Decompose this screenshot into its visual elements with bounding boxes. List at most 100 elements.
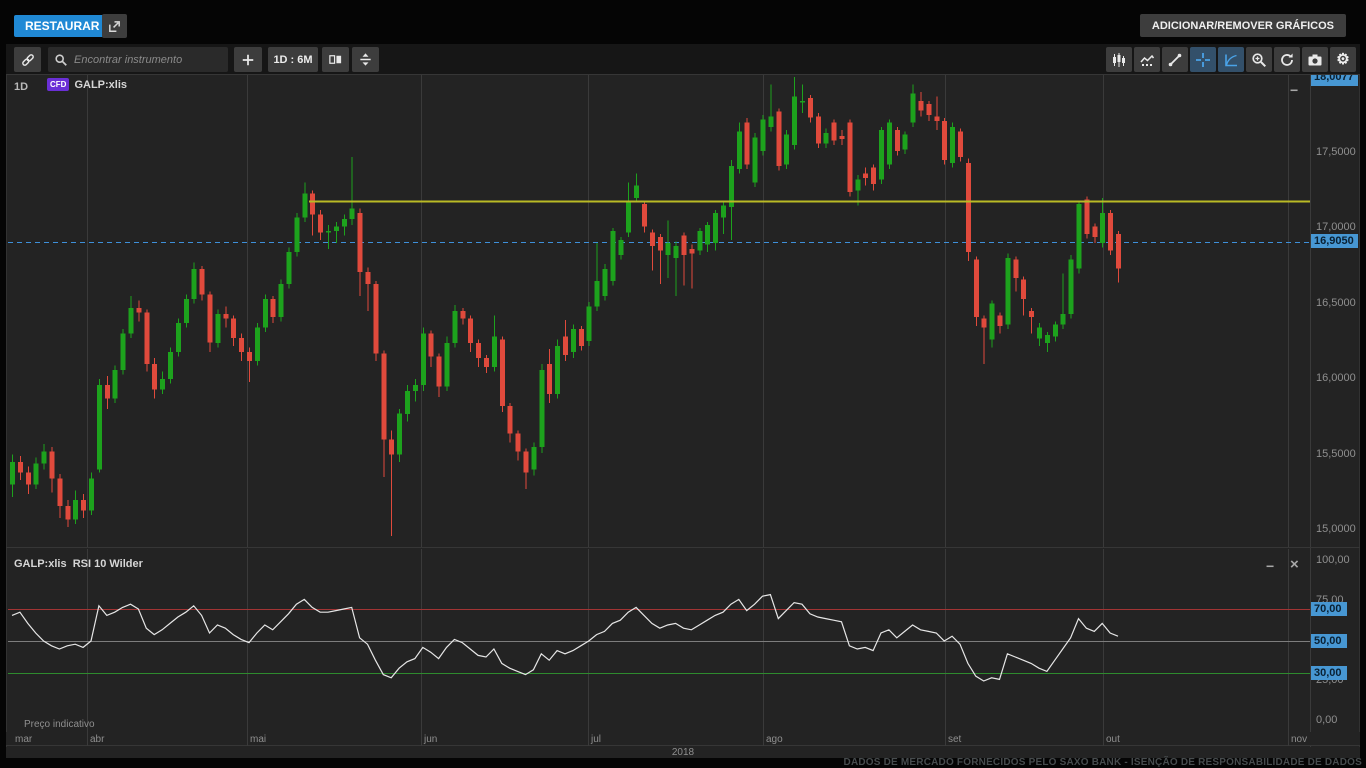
candle-body [73, 500, 78, 520]
collapse-main-chart-button[interactable]: − [1290, 84, 1298, 96]
candle-body [508, 406, 513, 433]
candle-body [863, 174, 868, 179]
candle-body [1108, 213, 1113, 251]
candle-body [136, 308, 141, 313]
month-tick [945, 732, 946, 746]
candle-body [302, 193, 307, 217]
search-icon [54, 53, 68, 67]
candle-body [50, 452, 55, 479]
snapshot-button[interactable] [1302, 47, 1328, 72]
candle-body [389, 439, 394, 454]
candle-body [697, 231, 702, 251]
trendline-tool-button[interactable] [1162, 47, 1188, 72]
candle-body [484, 358, 489, 367]
split-panes-button[interactable] [352, 47, 379, 72]
candle-body [634, 186, 639, 198]
candle-body [184, 299, 189, 323]
candle-body [1084, 199, 1089, 234]
candle-body [776, 112, 781, 166]
candle-body [745, 122, 750, 164]
add-instrument-button[interactable] [234, 47, 262, 72]
crosshair-button[interactable] [1190, 47, 1216, 72]
candle-body [563, 337, 568, 355]
external-window-icon [102, 19, 127, 34]
rsi-indicator-label: RSI 10 Wilder [73, 558, 143, 570]
instrument-search[interactable] [48, 47, 228, 72]
candle-body [18, 462, 23, 473]
link-instrument-button[interactable] [14, 47, 41, 72]
zoom-in-button[interactable] [1246, 47, 1272, 72]
candle-body [10, 462, 15, 485]
candle-body [247, 352, 252, 361]
price-axis-top-badge: 18,0077 [1311, 75, 1358, 86]
candle-body [1069, 260, 1074, 314]
candle-body [500, 340, 505, 406]
candle-body [595, 281, 600, 307]
search-input[interactable] [74, 54, 214, 66]
candle-body [1077, 204, 1082, 269]
candle-body [255, 328, 260, 361]
camera-icon [1307, 52, 1323, 68]
candle-body [208, 294, 213, 342]
rsi-chart-plot[interactable] [0, 549, 1366, 732]
price-axis-label: 17,0000 [1316, 221, 1356, 233]
pane-divider[interactable] [6, 547, 1360, 548]
candle-body [294, 217, 299, 252]
candle-body [768, 116, 773, 127]
candle-body [934, 116, 939, 121]
collapse-rsi-button[interactable]: − [1266, 560, 1274, 572]
rsi-line [12, 595, 1118, 681]
candle-body [129, 308, 134, 334]
candle-body [168, 352, 173, 379]
candle-body [405, 391, 410, 414]
candle-body [974, 260, 979, 317]
candle-body [358, 213, 363, 272]
close-rsi-button[interactable]: × [1290, 559, 1299, 571]
candle-body [555, 346, 560, 394]
price-axis-divider [1310, 75, 1311, 758]
reload-icon [1279, 52, 1295, 68]
candle-body [200, 269, 205, 295]
candle-body [429, 334, 434, 357]
month-label-jun: jun [424, 734, 437, 745]
candle-body [26, 473, 31, 485]
reload-button[interactable] [1274, 47, 1300, 72]
price-chart-plot[interactable] [0, 75, 1366, 547]
price-axis-label: 15,5000 [1316, 448, 1356, 460]
candle-body [279, 284, 284, 317]
candle-body [1053, 325, 1058, 337]
candle-body [926, 104, 931, 115]
indicators-button[interactable] [1134, 47, 1160, 72]
open-in-window-button[interactable] [102, 14, 127, 38]
candle-body [847, 122, 852, 192]
settings-button[interactable]: ⚙ [1330, 47, 1356, 72]
candle-body [42, 452, 47, 464]
candle-body [816, 116, 821, 143]
candle-body [192, 269, 197, 299]
candle-body [437, 356, 442, 386]
candle-body [587, 307, 592, 342]
data-disclaimer: DADOS DE MERCADO FORNECIDOS PELO SAXO BA… [844, 757, 1362, 768]
month-tick [247, 732, 248, 746]
candle-body [397, 414, 402, 455]
candle-body [524, 452, 529, 473]
log-scale-button[interactable] [1218, 47, 1244, 72]
candle-body [792, 97, 797, 145]
candle-body [682, 236, 687, 256]
time-axis[interactable]: marabrmaijunjulagosetoutnov [6, 732, 1360, 746]
instrument-header: CFDGALP:xlis [42, 79, 127, 92]
rsi-header: GALP:xlis RSI 10 Wilder [14, 558, 143, 570]
chart-toolbar: 1D : 6M [6, 44, 1360, 75]
indicators-icon [1139, 52, 1155, 68]
candle-body [152, 364, 157, 390]
chart-style-button[interactable] [1106, 47, 1132, 72]
candle-body [618, 240, 623, 255]
add-remove-charts-button[interactable]: ADICIONAR/REMOVER GRÁFICOS [1140, 14, 1346, 37]
restore-button[interactable]: RESTAURAR [14, 15, 110, 37]
period-button[interactable]: 1D : 6M [268, 47, 318, 72]
candle-body [650, 233, 655, 247]
candle-body [310, 193, 315, 214]
candle-body [761, 119, 766, 151]
candle-body [160, 379, 165, 390]
layout-button[interactable] [322, 47, 349, 72]
